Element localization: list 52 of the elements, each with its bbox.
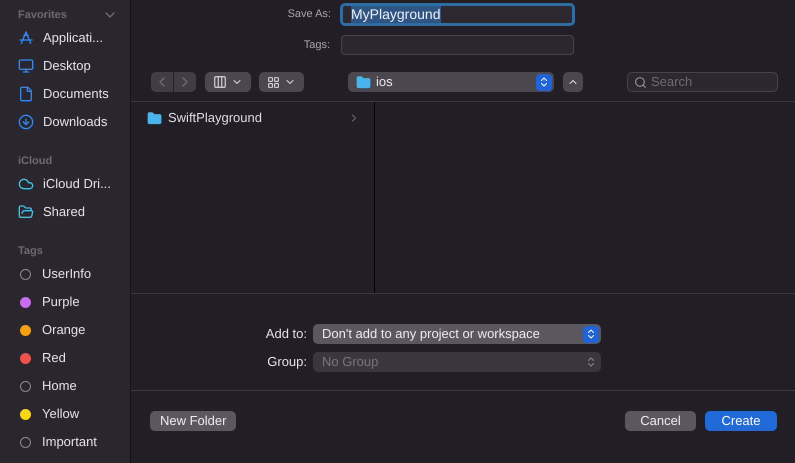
a-letter-icon — [18, 30, 34, 46]
download-icon — [18, 114, 34, 130]
field-label: Group: — [266, 353, 308, 372]
tags-field[interactable] — [341, 35, 574, 55]
input-field[interactable]: MyPlayground — [340, 3, 575, 26]
up-button[interactable] — [563, 72, 583, 92]
sidebar-section-title: Tags — [18, 244, 43, 259]
sidebar-item[interactable]: Yellow — [42, 404, 80, 424]
location-popup[interactable]: ios — [348, 72, 554, 92]
location-value: ios — [376, 73, 393, 92]
sidebar-item[interactable]: iCloud Dri... — [43, 174, 111, 194]
sidebar-item[interactable]: Applicati... — [43, 28, 103, 48]
folder-icon — [356, 74, 371, 90]
folder-name: SwiftPlayground — [168, 109, 263, 128]
field-label: Add to: — [264, 325, 308, 344]
browser-row[interactable]: SwiftPlayground — [131, 108, 374, 128]
stepper-icon — [536, 74, 552, 90]
create-button[interactable]: Create — [705, 411, 777, 431]
desktop-icon — [18, 58, 34, 74]
sidebar-item[interactable]: Orange — [42, 320, 86, 340]
cloud-icon — [18, 176, 34, 192]
sidebar-item[interactable]: Home — [42, 376, 77, 396]
sidebar-item[interactable]: UserInfo — [42, 264, 92, 284]
new-folder-button[interactable]: New Folder — [150, 411, 236, 431]
sidebar-item[interactable]: Important — [42, 432, 97, 452]
column-view-button[interactable] — [205, 72, 251, 92]
shared-folder-icon — [18, 204, 34, 220]
grid-icon — [267, 76, 280, 88]
sidebar-item[interactable]: Downloads — [43, 112, 108, 132]
back-button[interactable] — [151, 72, 173, 92]
selected-text: MyPlayground — [351, 6, 440, 23]
forward-button[interactable] — [174, 72, 196, 92]
sidebar-item[interactable]: Purple — [42, 292, 80, 312]
tag-ring — [20, 268, 31, 280]
sidebar-item[interactable]: Red — [42, 348, 66, 368]
search-icon — [634, 76, 647, 88]
columns-icon — [213, 75, 227, 89]
field-label: Tags: — [302, 38, 331, 53]
document-icon — [18, 86, 34, 102]
field-label: Save As: — [286, 7, 332, 22]
sidebar-section-title: iCloud — [18, 154, 52, 169]
sidebar-item[interactable]: Documents — [43, 84, 109, 104]
stepper-icon — [583, 326, 599, 342]
sidebar-item[interactable]: Shared — [43, 202, 85, 222]
sidebar-item[interactable]: Desktop — [43, 56, 91, 76]
tag-ring — [20, 436, 31, 448]
sidebar-section-title: Favorites — [18, 8, 67, 23]
folder-icon — [147, 110, 162, 126]
cancel-button[interactable]: Cancel — [625, 411, 696, 431]
tag-ring — [20, 380, 31, 392]
grid-view-button[interactable] — [259, 72, 304, 92]
popup-button[interactable]: Don't add to any project or workspace — [313, 324, 601, 344]
